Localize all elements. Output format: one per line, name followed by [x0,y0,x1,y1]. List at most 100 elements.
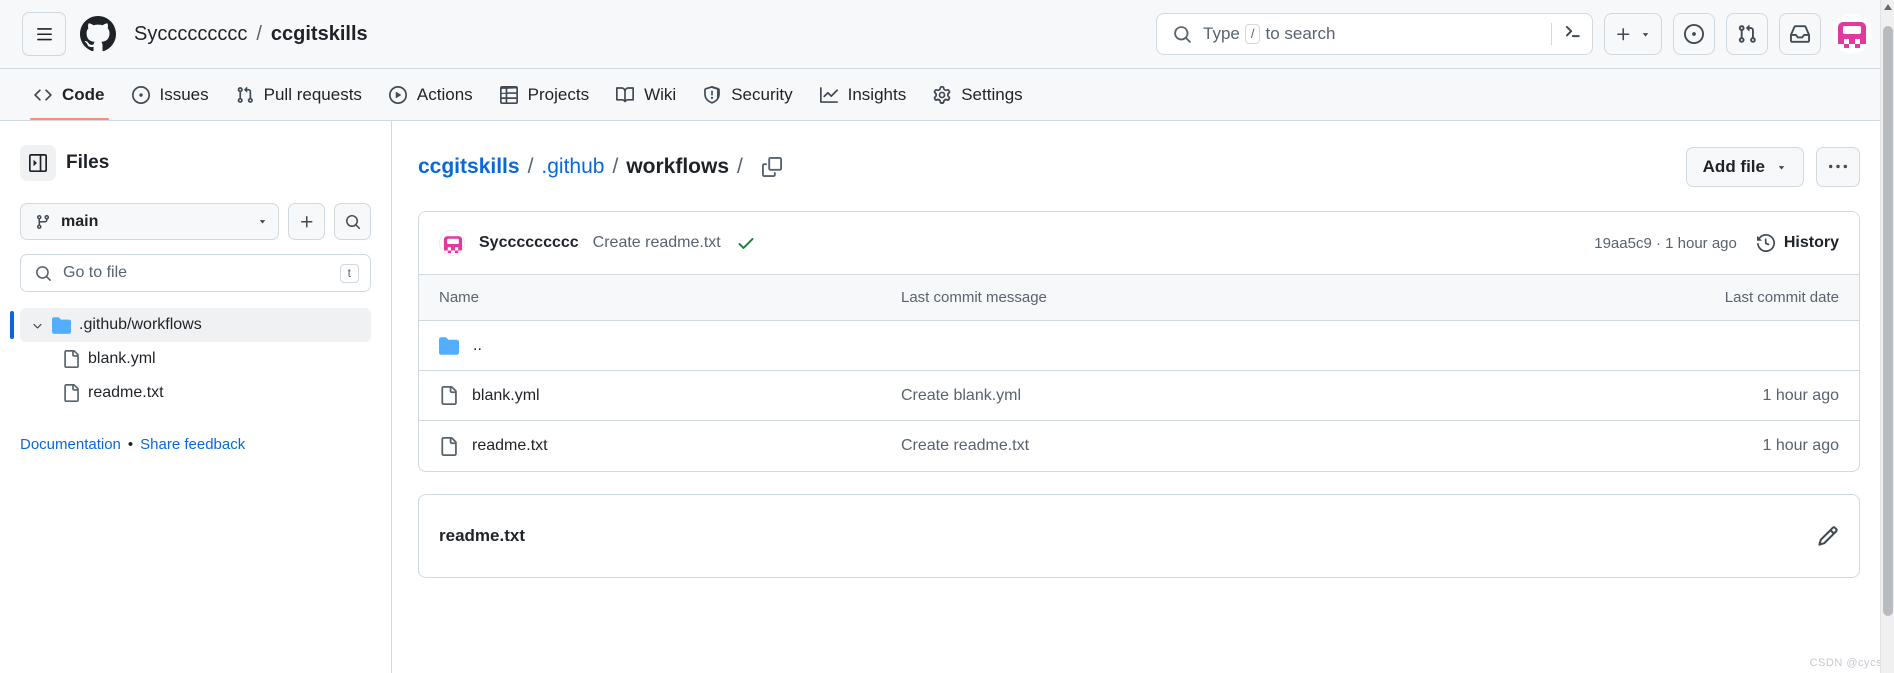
add-file-button[interactable]: Add file [1685,147,1804,187]
breadcrumb-separator: / [612,155,619,178]
tab-wiki[interactable]: Wiki [604,69,688,120]
your-pull-requests-button[interactable] [1726,13,1768,55]
github-logo[interactable] [80,16,116,52]
sidebar-collapse-button[interactable] [20,145,56,181]
commit-author-avatar[interactable] [439,230,465,256]
add-file-sidebar-button[interactable] [288,203,325,240]
file-name-cell[interactable]: readme.txt [439,436,901,456]
watermark: CSDN @cycs [1809,657,1882,669]
main-content: ccgitskills / .github / workflows / Add … [392,121,1894,673]
table-icon [499,85,518,104]
gear-icon [933,85,951,104]
create-new-button[interactable] [1604,13,1662,55]
chevron-down-icon [1642,32,1649,37]
branch-selector[interactable]: main [20,203,279,240]
tree-item-github-workflows[interactable]: .github/workflows [10,308,371,342]
tab-issues-label: Issues [159,84,209,104]
edit-file-button[interactable] [1817,525,1839,547]
footer-separator: • [127,436,134,453]
file-listing-table: Name Last commit message Last commit dat… [419,274,1859,471]
sidebar-collapse-icon [29,154,47,172]
history-icon [1756,234,1775,252]
commit-meta-group: 19aa5c9 · 1 hour ago History [1594,234,1839,252]
folder-icon [52,316,71,334]
branch-name-label: main [61,212,99,230]
tab-code[interactable]: Code [22,69,117,120]
file-tree-sidebar: Files main Go to file t .github/workflow… [0,121,392,673]
history-label: History [1783,234,1839,251]
search-repository-button[interactable] [334,203,371,240]
commit-message-cell[interactable]: Create blank.yml [901,387,1639,405]
files-panel-title: Files [66,152,110,173]
code-icon [34,88,52,101]
scrollbar-thumb[interactable] [1883,26,1893,616]
search-suffix-text: to search [1265,24,1336,43]
file-name-cell[interactable]: .. [439,336,901,356]
history-link[interactable]: History [1756,234,1839,252]
tab-pull-requests-label: Pull requests [263,84,362,104]
tree-item-blank-yml[interactable]: blank.yml [20,342,371,376]
file-name-cell[interactable]: blank.yml [439,386,901,405]
scrollbar-up-arrow[interactable] [1884,4,1892,10]
commit-date-cell: 1 hour ago [1762,386,1839,404]
repo-name-link[interactable]: ccgitskills [271,23,368,46]
your-issues-button[interactable] [1673,13,1715,55]
hamburger-menu-button[interactable] [22,12,66,56]
table-row[interactable]: readme.txt Create readme.txt 1 hour ago [419,421,1859,471]
tab-actions[interactable]: Actions [377,69,485,120]
table-row[interactable]: blank.yml Create blank.yml 1 hour ago [419,371,1859,421]
avatar-image [440,231,464,255]
git-pull-request-icon [237,86,253,103]
commit-message[interactable]: Create readme.txt [593,234,721,252]
documentation-link[interactable]: Documentation [20,436,121,453]
go-to-file-placeholder: Go to file [63,264,128,281]
add-file-label: Add file [1702,157,1765,176]
commit-sha-and-time[interactable]: 19aa5c9 · 1 hour ago [1594,235,1737,252]
search-divider [1551,23,1552,45]
page-scrollbar[interactable] [1880,0,1894,673]
notifications-button[interactable] [1779,13,1821,55]
tab-projects-label: Projects [527,84,590,104]
breadcrumb-repo-link[interactable]: ccgitskills [418,155,520,179]
table-row[interactable]: .. [419,321,1859,371]
go-to-file-input[interactable]: Go to file t [20,254,371,292]
search-input[interactable]: Type / to search [1156,13,1593,55]
user-avatar[interactable] [1832,14,1872,54]
tab-security[interactable]: Security [691,69,804,120]
tab-insights[interactable]: Insights [808,69,919,120]
repo-navigation: Code Issues Pull requests Actions Projec… [0,69,1894,121]
commit-message-cell[interactable]: Create readme.txt [901,437,1639,455]
file-name-label: blank.yml [472,386,540,404]
github-mark-icon [80,16,116,52]
tab-issues[interactable]: Issues [120,69,221,120]
chevron-down-icon[interactable] [30,319,44,332]
tree-item-readme-txt[interactable]: readme.txt [20,376,371,410]
breadcrumb-github-link[interactable]: .github [541,155,604,179]
share-feedback-link[interactable]: Share feedback [140,436,245,453]
search-prefix-text: Type [1203,24,1240,43]
tab-pull-requests[interactable]: Pull requests [224,69,374,120]
tab-settings-label: Settings [961,84,1023,104]
file-icon [64,384,79,402]
commit-author-name[interactable]: Syccccccccc [479,234,579,252]
commit-status-check-icon[interactable] [736,233,756,253]
tab-settings[interactable]: Settings [921,69,1034,120]
readme-preview-panel: readme.txt [418,494,1860,578]
sidebar-footer: Documentation • Share feedback [20,436,371,453]
graph-icon [819,86,838,103]
play-icon [388,85,407,104]
copy-path-button[interactable] [757,152,787,182]
more-options-button[interactable] [1816,147,1860,187]
file-icon [64,350,79,368]
repo-owner-link[interactable]: Syccccccccc [134,23,247,46]
latest-commit-bar: Syccccccccc Create readme.txt 19aa5c9 · … [419,212,1859,274]
tab-projects[interactable]: Projects [488,69,601,120]
column-header-last-commit-message: Last commit message [901,289,1047,306]
issue-opened-icon [131,85,150,104]
tree-item-label: blank.yml [88,350,156,367]
breadcrumb-current-folder: workflows [626,155,729,178]
terminal-icon[interactable] [1562,21,1583,47]
app-header: Syccccccccc / ccgitskills Type / to sear… [0,0,1894,69]
git-branch-icon [36,214,49,229]
search-icon [345,214,360,229]
